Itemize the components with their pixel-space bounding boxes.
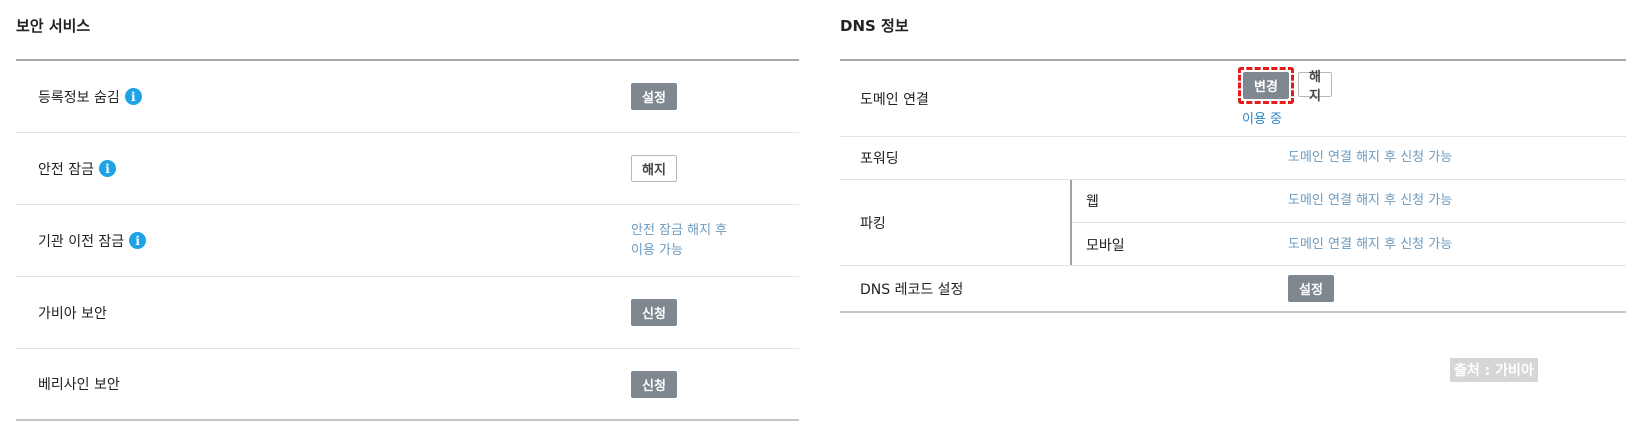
availability-note: 도메인 연결 해지 후 신청 가능: [1288, 193, 1453, 208]
sub-row-label: 웹: [1086, 194, 1099, 210]
hide-registration-setting-button[interactable]: 설정: [631, 83, 677, 110]
availability-note: 도메인 연결 해지 후 신청 가능: [1288, 236, 1453, 252]
domain-disconnect-button[interactable]: 해지: [1298, 70, 1332, 104]
dns-row-record-settings: DNS 레코드 설정 설정: [840, 266, 1626, 313]
dns-record-setting-button[interactable]: 설정: [1288, 275, 1334, 302]
row-label: 도메인 연결: [860, 91, 929, 108]
info-icon[interactable]: i: [124, 88, 142, 105]
dns-row-domain-connect: 도메인 연결 변경 해지 이용 중: [840, 61, 1626, 137]
row-label: 가비아 보안: [38, 305, 107, 322]
verisign-security-apply-button[interactable]: 신청: [631, 370, 677, 398]
security-row-gabia-security: 가비아 보안 신청: [16, 277, 799, 349]
domain-change-button[interactable]: 변경: [1243, 72, 1289, 99]
security-services-panel: 보안 서비스 등록정보 숨김 i 설정 안전 잠금 i 해지 기관 이전 잠금 …: [16, 0, 799, 421]
source-caption: 출처 : 가비아: [1450, 358, 1538, 382]
row-label: 등록정보 숨김: [38, 89, 120, 106]
safe-lock-release-button[interactable]: 해지: [631, 155, 677, 182]
dns-info-panel: DNS 정보 도메인 연결 변경 해지 이용 중 포워딩 도메인 연결 해지 후…: [840, 0, 1626, 313]
parking-web-row: 웹 도메인 연결 해지 후 신청 가능: [1072, 180, 1626, 223]
dns-row-forwarding: 포워딩 도메인 연결 해지 후 신청 가능: [840, 137, 1626, 180]
dns-section-title: DNS 정보: [840, 0, 1626, 61]
row-label: 기관 이전 잠금: [38, 233, 125, 250]
row-label: DNS 레코드 설정: [860, 281, 964, 298]
availability-note: 이용 가능: [631, 242, 683, 258]
page-root: 보안 서비스 등록정보 숨김 i 설정 안전 잠금 i 해지 기관 이전 잠금 …: [0, 0, 1636, 435]
row-label: 베리사인 보안: [38, 377, 120, 393]
sub-row-label: 모바일: [1086, 237, 1125, 254]
domain-status-in-use: 이용 중: [1242, 112, 1283, 127]
security-row-verisign-security: 베리사인 보안 신청: [16, 349, 799, 421]
parking-mobile-row: 모바일 도메인 연결 해지 후 신청 가능: [1072, 223, 1626, 266]
highlight-box: 변경: [1238, 67, 1294, 104]
row-label: 파킹: [860, 215, 886, 232]
security-row-safe-lock: 안전 잠금 i 해지: [16, 133, 799, 205]
security-row-hide-registration: 등록정보 숨김 i 설정: [16, 61, 799, 133]
availability-note: 도메인 연결 해지 후 신청 가능: [1288, 150, 1453, 165]
gabia-security-apply-button[interactable]: 신청: [631, 299, 677, 326]
row-label: 포워딩: [860, 151, 899, 167]
security-section-title: 보안 서비스: [16, 0, 799, 61]
info-icon[interactable]: i: [98, 160, 116, 177]
info-icon[interactable]: i: [129, 232, 147, 249]
dns-row-parking: 파킹 웹 도메인 연결 해지 후 신청 가능 모바일 도메인 연결 해지 후 신…: [840, 180, 1626, 266]
row-label: 안전 잠금: [38, 161, 94, 178]
security-row-agency-transfer-lock: 기관 이전 잠금 i 안전 잠금 해지 후 이용 가능: [16, 205, 799, 277]
availability-note: 안전 잠금 해지 후: [631, 222, 728, 238]
